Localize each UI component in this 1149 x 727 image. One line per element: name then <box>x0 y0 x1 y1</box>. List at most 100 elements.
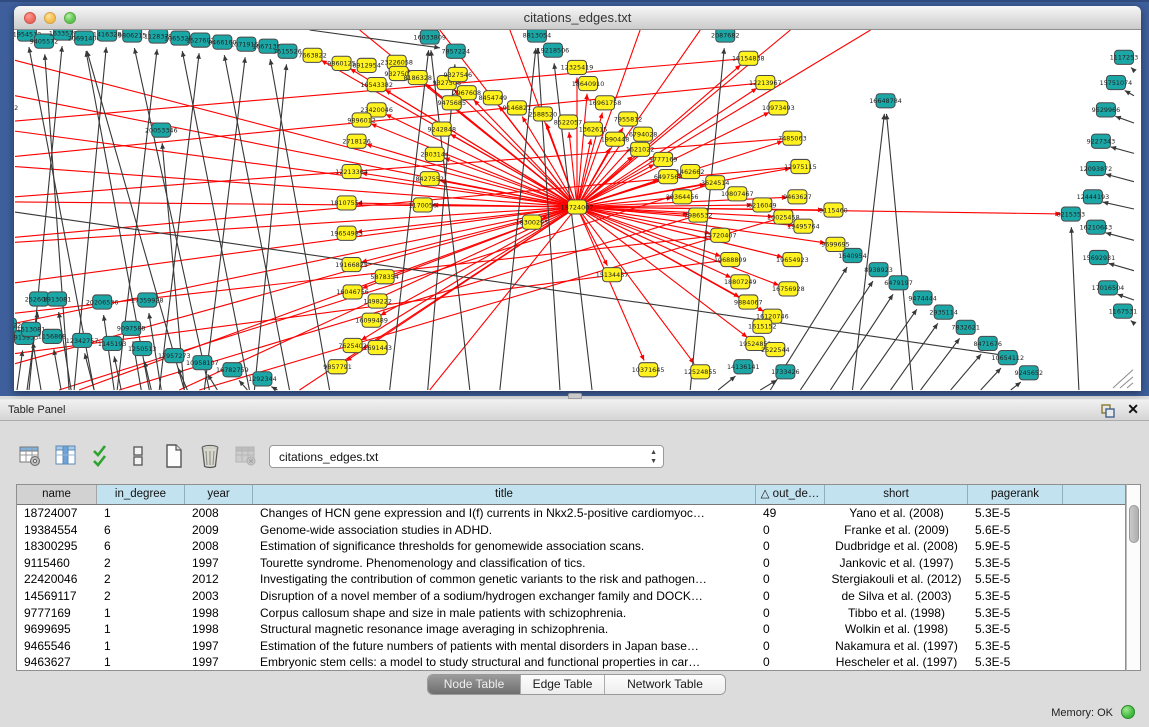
table-settings-icon[interactable] <box>16 442 43 470</box>
graph-node-label: 8938923 <box>864 266 893 274</box>
graph-node-label: 9475685 <box>438 99 467 107</box>
table-selector-value: citations_edges.txt <box>279 450 378 464</box>
table-row[interactable]: 1830029562008Estimation of significance … <box>17 538 1125 555</box>
edge-arrowhead <box>434 45 440 50</box>
cell-filler <box>1063 571 1125 588</box>
row-checks-icon[interactable] <box>88 442 115 470</box>
edge-arrowhead <box>933 323 938 329</box>
graph-node-label: 3624514 <box>701 179 730 187</box>
graph-node-label: 8186328 <box>403 74 432 82</box>
cell-in_degree: 6 <box>97 538 185 555</box>
close-panel-icon[interactable]: ✕ <box>1127 401 1139 418</box>
graph-node-label: 12093872 <box>1080 165 1113 173</box>
table-row[interactable]: 2242004622012Investigating the contribut… <box>17 571 1125 588</box>
table-scrollbar-thumb[interactable] <box>1129 505 1139 543</box>
tab-node-table[interactable]: Node Table <box>428 675 521 694</box>
rows-stack-icon[interactable] <box>124 442 151 470</box>
column-header-pagerank[interactable]: pagerank <box>968 485 1063 504</box>
graph-node-label: 9227343 <box>1087 138 1116 146</box>
table-tabs: Node TableEdge TableNetwork Table <box>427 674 726 695</box>
graph-node-label: 16756928 <box>772 285 805 293</box>
graph-node-label: 16099489 <box>355 317 388 325</box>
float-window-icon[interactable] <box>1101 404 1115 418</box>
table-row[interactable]: 1456911722003Disruption of a novel membe… <box>17 588 1125 605</box>
cell-short: Dudbridge et al. (2008) <box>825 538 968 555</box>
graph-node-label: 8454749 <box>479 94 508 102</box>
column-header-year[interactable]: year <box>185 485 253 504</box>
column-header-title[interactable]: title <box>253 485 756 504</box>
graph-node-label: 2588520 <box>529 110 558 118</box>
cell-filler <box>1063 538 1125 555</box>
graph-edge[interactable] <box>15 131 577 207</box>
trash-icon[interactable] <box>196 442 223 470</box>
cell-short: Nakamura et al. (1997) <box>825 638 968 655</box>
graph-node-label: 12524855 <box>684 368 717 376</box>
table-row[interactable]: 946362711997Embryonic stem cells: a mode… <box>17 654 1125 671</box>
cell-year: 1998 <box>185 605 253 622</box>
table-selector-dropdown[interactable]: citations_edges.txt ▲▼ <box>269 445 664 468</box>
column-header-in_degree[interactable]: in_degree <box>97 485 185 504</box>
column-header-out_degree[interactable]: △ out_de… <box>756 485 825 504</box>
graph-node-label: 1913081 <box>43 295 72 303</box>
table-row[interactable]: 911546021997Tourette syndrome. Phenomeno… <box>17 555 1125 572</box>
table-row[interactable]: 1938455462009Genome-wide association stu… <box>17 522 1125 539</box>
graph-edge[interactable] <box>15 60 577 207</box>
dropdown-arrows-icon: ▲▼ <box>650 448 657 466</box>
graph-edge <box>85 353 94 390</box>
table-row[interactable]: 977716911998Corpus callosum shape and si… <box>17 605 1125 622</box>
network-canvas[interactable]: 1954512940557216335792069140614163289806… <box>14 30 1141 391</box>
graph-edge <box>886 114 912 390</box>
graph-node-label: 1691443 <box>363 344 392 352</box>
canvas-resize-grip-icon[interactable] <box>1120 377 1133 388</box>
table-scrollbar[interactable] <box>1126 484 1141 671</box>
column-header-filler[interactable] <box>1063 485 1125 504</box>
new-document-icon[interactable] <box>160 442 187 470</box>
graph-node-label: 9777169 <box>649 156 678 164</box>
graph-node-label: 1156868 <box>38 333 67 341</box>
graph-node-label: 10371645 <box>632 366 665 374</box>
graph-node-label: 16046756 <box>336 288 369 296</box>
cell-pagerank: 5.5E-5 <box>968 571 1063 588</box>
edge-arrowhead <box>751 88 757 93</box>
graph-edge <box>17 350 23 390</box>
cell-out_degree: 0 <box>756 538 825 555</box>
column-header-name[interactable]: name <box>17 485 97 504</box>
cell-pagerank: 5.9E-5 <box>968 538 1063 555</box>
network-desktop: citations_edges.txt 19545129405572163357… <box>0 0 1149 396</box>
graph-node-label: 2087682 <box>711 31 740 39</box>
cell-name: 19384554 <box>17 522 97 539</box>
graph-node-label: 23226058 <box>380 59 413 67</box>
graph-edge <box>554 63 592 390</box>
tab-edge-table[interactable]: Edge Table <box>521 675 605 694</box>
table-row[interactable]: 969969511998Structural magnetic resonanc… <box>17 621 1125 638</box>
table-disabled-icon <box>232 442 259 470</box>
graph-edge[interactable] <box>199 217 783 390</box>
cell-in_degree: 1 <box>97 505 185 522</box>
table-row[interactable]: 1872400712008Changes of HCN gene express… <box>17 505 1125 522</box>
edge-arrowhead <box>912 309 917 315</box>
table-column-icon[interactable] <box>52 442 79 470</box>
graph-node-label: 8427552 <box>415 175 444 183</box>
cell-year: 1997 <box>185 555 253 572</box>
graph-node-label: 6479197 <box>884 279 913 287</box>
graph-edge[interactable] <box>15 207 577 283</box>
column-header-short[interactable]: short <box>825 485 968 504</box>
table-row[interactable]: 946554611997Estimation of the future num… <box>17 638 1125 655</box>
graph-node-label: 18300295 <box>516 218 549 226</box>
graph-node-label: 9242848 <box>427 125 456 133</box>
network-graph[interactable]: 1954512940557216335792069140614163289806… <box>14 30 1141 391</box>
graph-node-label: 6794028 <box>629 130 658 138</box>
graph-node-label: 16210643 <box>1080 223 1113 231</box>
network-window-titlebar[interactable]: citations_edges.txt <box>14 6 1141 30</box>
memory-ok-indicator-icon <box>1121 705 1135 719</box>
graph-node-label: 9896012 <box>347 116 376 124</box>
tab-network-table[interactable]: Network Table <box>605 675 725 694</box>
cell-filler <box>1063 654 1125 671</box>
graph-node-label: 7857224 <box>442 48 471 56</box>
cell-pagerank: 5.3E-5 <box>968 654 1063 671</box>
canvas-resize-grip-icon[interactable] <box>1127 383 1133 388</box>
status-bar: Memory: OK <box>0 700 1149 727</box>
cell-year: 2009 <box>185 522 253 539</box>
edge-arrowhead <box>1069 227 1074 233</box>
graph-node-label: 1640954 <box>838 252 867 260</box>
